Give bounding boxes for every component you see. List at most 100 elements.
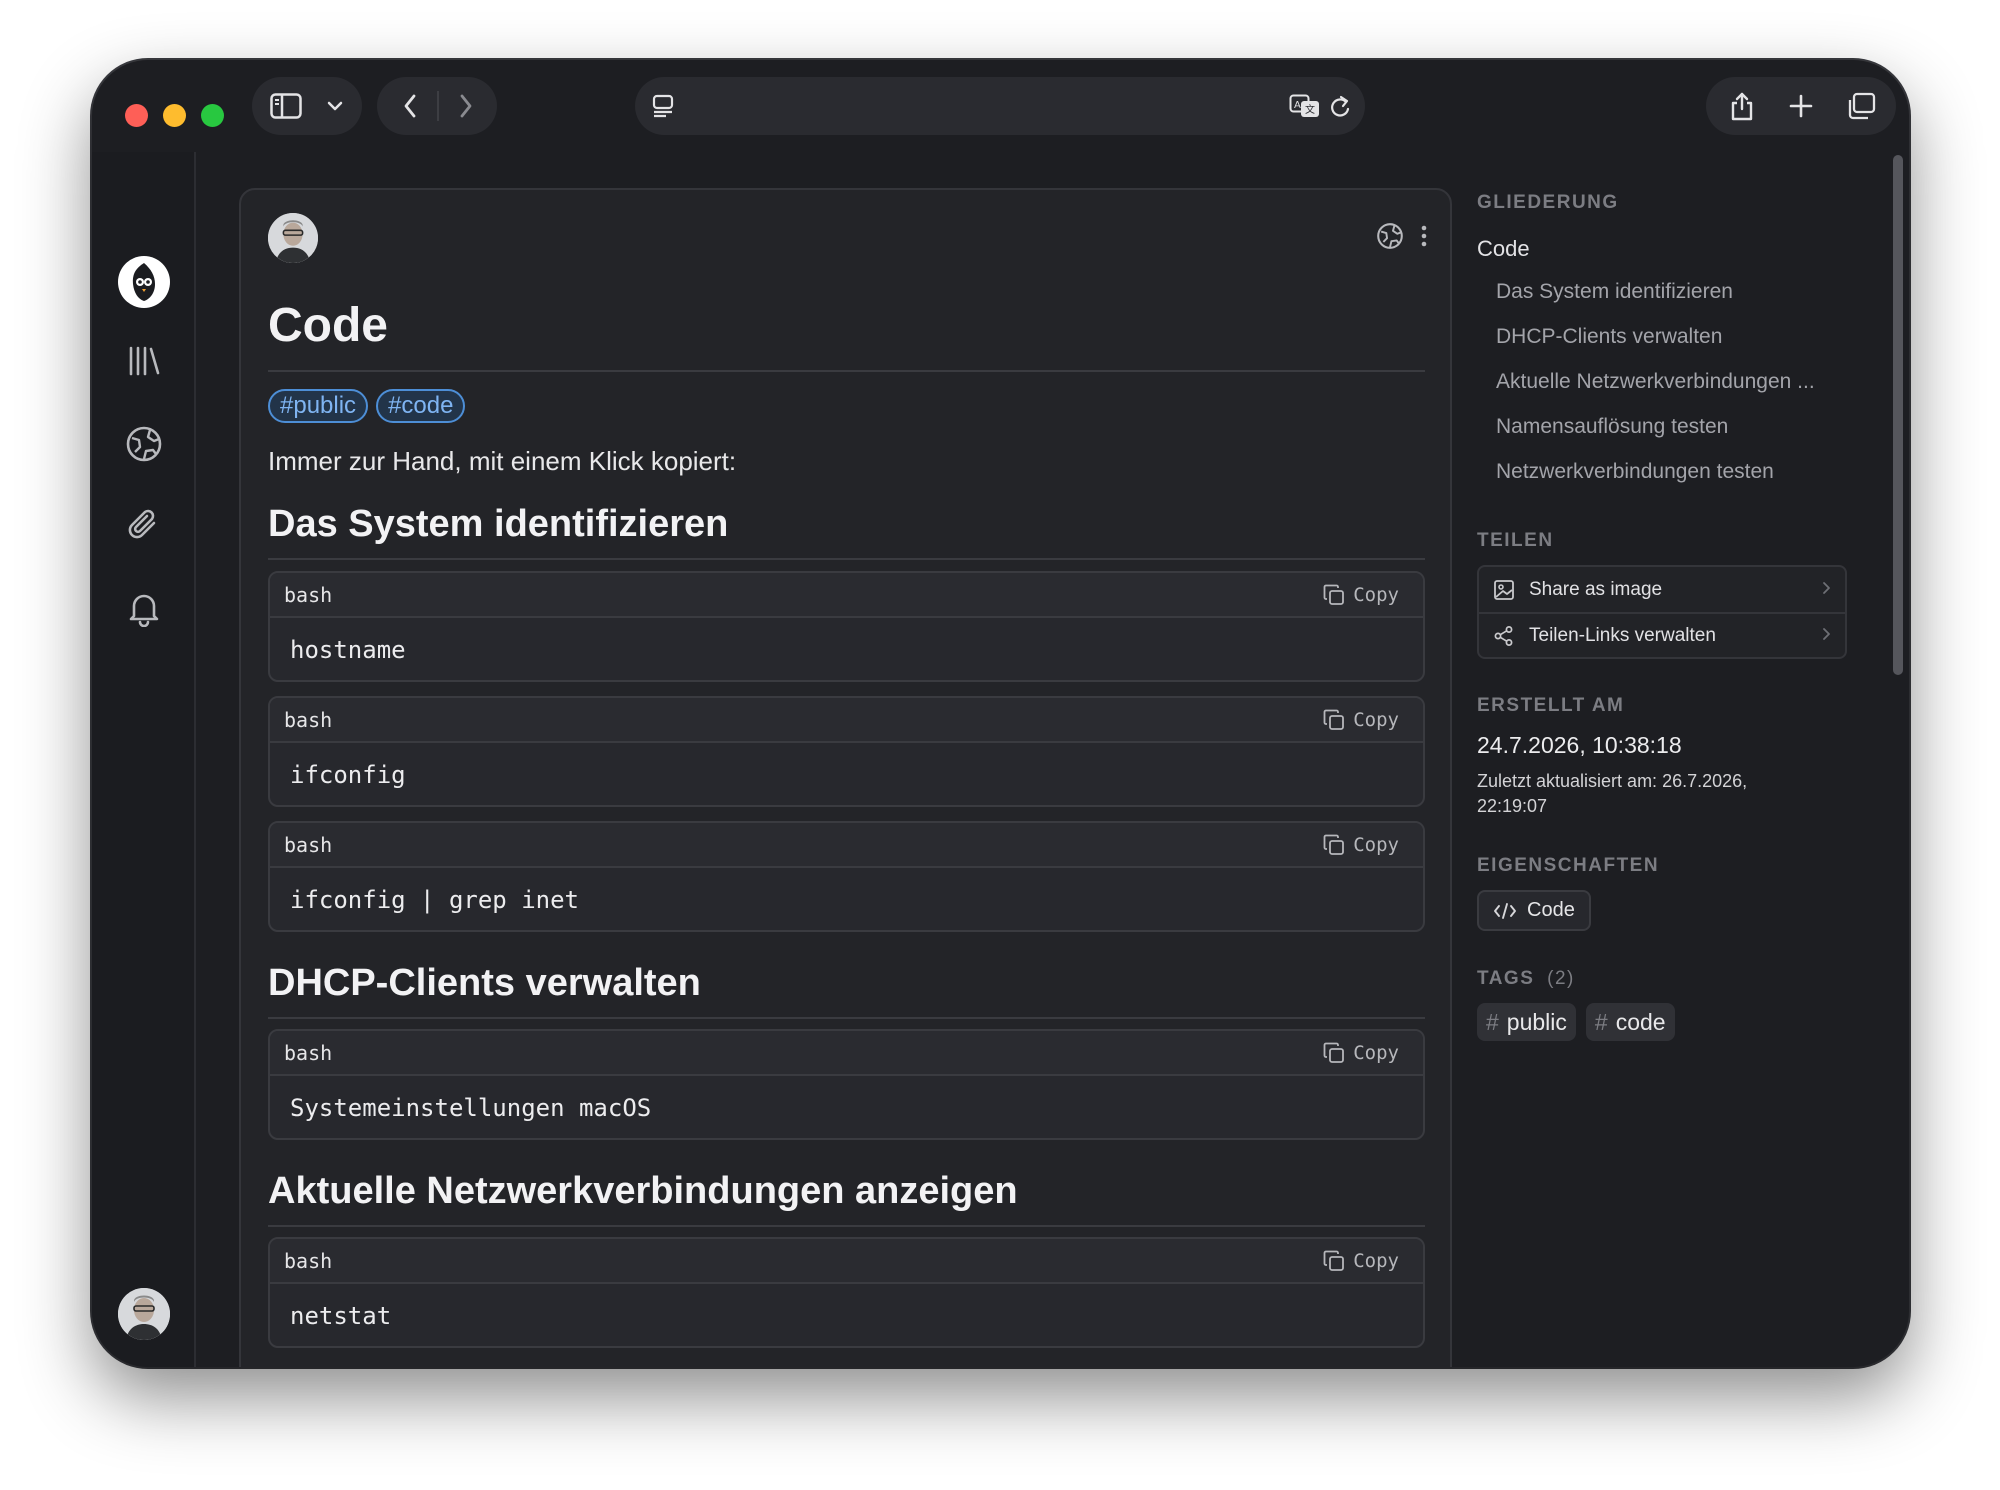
tags-label: TAGS (2) xyxy=(1477,968,1575,990)
section-heading: Aktuelle Netzwerkverbindungen anzeigen xyxy=(268,1170,1018,1212)
app-logo[interactable] xyxy=(118,256,170,308)
nav-divider xyxy=(437,91,439,121)
copy-label: Copy xyxy=(1353,583,1399,606)
copy-label: Copy xyxy=(1353,708,1399,731)
app-sidebar xyxy=(92,152,196,1367)
reload-icon[interactable] xyxy=(1325,77,1355,135)
outline-item-code[interactable]: Code xyxy=(1477,236,1530,262)
share-label: TEILEN xyxy=(1477,530,1554,551)
copy-icon xyxy=(1323,834,1345,855)
user-avatar[interactable] xyxy=(118,1288,170,1340)
created-label: ERSTELLT AM xyxy=(1477,695,1625,716)
tab-overview-icon[interactable] xyxy=(1841,77,1881,135)
code-language: bash xyxy=(284,582,333,607)
close-window-button[interactable] xyxy=(125,104,148,127)
copy-button[interactable]: Copy xyxy=(1323,709,1399,731)
copy-icon xyxy=(1323,709,1345,730)
globe-public-icon[interactable] xyxy=(1376,222,1404,255)
browser-window: A文 Code #public #code Immer zur Hand, mi… xyxy=(92,60,1909,1367)
properties-label: EIGENSCHAFTEN xyxy=(1477,855,1660,876)
code-brackets-icon xyxy=(1494,902,1516,919)
zoom-window-button[interactable] xyxy=(201,104,224,127)
outline-item[interactable]: Netzwerkverbindungen testen xyxy=(1496,460,1774,484)
intro-text: Immer zur Hand, mit einem Klick kopiert: xyxy=(268,446,737,476)
copy-button[interactable]: Copy xyxy=(1323,584,1399,606)
minimize-window-button[interactable] xyxy=(163,104,186,127)
share-item-label: Teilen-Links verwalten xyxy=(1529,624,1716,646)
chevron-down-icon[interactable] xyxy=(320,77,350,135)
copy-button[interactable]: Copy xyxy=(1323,1042,1399,1064)
code-content[interactable]: hostname xyxy=(270,618,1423,680)
code-language: bash xyxy=(284,832,333,857)
created-date: 24.7.2026, 10:38:18 xyxy=(1477,732,1682,758)
forward-arrow-icon[interactable] xyxy=(451,77,481,135)
code-language: bash xyxy=(284,707,333,732)
panel-tag-list: # public # code xyxy=(1477,1003,1675,1041)
code-content[interactable]: ifconfig xyxy=(270,743,1423,805)
share-as-image-button[interactable]: Share as image xyxy=(1479,567,1845,612)
chevron-right-icon xyxy=(1821,625,1831,647)
code-content[interactable]: ifconfig | grep inet xyxy=(270,868,1423,930)
library-icon[interactable] xyxy=(118,335,170,387)
outline-item[interactable]: Namensauflösung testen xyxy=(1496,415,1728,439)
tag-pill-label: code xyxy=(1615,1008,1666,1035)
code-block-header: bash Copy xyxy=(270,573,1423,618)
logo-icon xyxy=(118,256,170,308)
tags-count: (2) xyxy=(1547,968,1575,989)
image-icon xyxy=(1494,579,1514,600)
tag-chip[interactable]: #code xyxy=(376,389,466,423)
tag-pill[interactable]: # public xyxy=(1477,1003,1576,1041)
property-type-label: Code xyxy=(1527,899,1575,921)
code-block: bash Copy ifconfig | grep inet xyxy=(268,821,1425,932)
copy-icon xyxy=(1323,1250,1345,1271)
explore-icon[interactable] xyxy=(118,418,170,470)
section-heading: Das System identifizieren xyxy=(268,503,729,545)
updated-date: Zuletzt aktualisiert am: 26.7.2026, 22:1… xyxy=(1477,771,1748,816)
hash-icon: # xyxy=(1594,1008,1608,1035)
new-tab-plus-icon[interactable] xyxy=(1781,77,1821,135)
copy-button[interactable]: Copy xyxy=(1323,834,1399,856)
copy-button[interactable]: Copy xyxy=(1323,1250,1399,1272)
chevron-right-icon xyxy=(1821,579,1831,601)
author-avatar[interactable] xyxy=(268,213,318,263)
back-arrow-icon[interactable] xyxy=(395,77,425,135)
outline-label: GLIEDERUNG xyxy=(1477,192,1619,213)
title-divider xyxy=(268,370,1425,372)
notifications-bell-icon[interactable] xyxy=(118,582,170,634)
card-actions xyxy=(1376,222,1428,255)
outline-item[interactable]: Das System identifizieren xyxy=(1496,280,1733,304)
address-bar[interactable]: A文 xyxy=(635,77,1365,135)
section-heading: DHCP-Clients verwalten xyxy=(268,962,701,1004)
tags-label-text: TAGS xyxy=(1477,968,1535,989)
svg-text:A: A xyxy=(1294,100,1301,111)
tag-pill[interactable]: # code xyxy=(1585,1003,1675,1041)
heading-divider xyxy=(268,558,1425,560)
code-content[interactable]: netstat xyxy=(270,1284,1423,1346)
title-bar: A文 xyxy=(92,60,1909,152)
tag-pill-label: public xyxy=(1506,1008,1567,1035)
code-content[interactable]: Systemeinstellungen macOS xyxy=(270,1076,1423,1138)
copy-icon xyxy=(1323,1042,1345,1063)
outline-item[interactable]: Aktuelle Netzwerkverbindungen ... xyxy=(1496,370,1815,394)
heading-divider xyxy=(268,1017,1425,1019)
sidebar-toggle-icon[interactable] xyxy=(266,77,306,135)
share-icon[interactable] xyxy=(1722,77,1762,135)
code-language: bash xyxy=(284,1248,333,1273)
share-item-label: Share as image xyxy=(1529,578,1663,600)
translate-icon[interactable]: A文 xyxy=(1287,77,1323,135)
manage-share-links-button[interactable]: Teilen-Links verwalten xyxy=(1479,612,1845,657)
hash-icon: # xyxy=(1486,1008,1499,1035)
sidebar-toggle-group xyxy=(252,77,362,135)
tag-list: #public #code xyxy=(268,389,466,423)
copy-label: Copy xyxy=(1353,833,1399,856)
code-block: bash Copy ifconfig xyxy=(268,696,1425,807)
attachment-icon[interactable] xyxy=(118,500,170,552)
property-type-chip[interactable]: Code xyxy=(1477,890,1591,931)
tag-chip[interactable]: #public xyxy=(268,389,369,423)
copy-label: Copy xyxy=(1353,1249,1399,1272)
scrollbar[interactable] xyxy=(1893,155,1903,675)
outline-item[interactable]: DHCP-Clients verwalten xyxy=(1496,325,1722,349)
copy-label: Copy xyxy=(1353,1041,1399,1064)
reader-mode-icon[interactable] xyxy=(647,77,679,135)
more-options-icon[interactable] xyxy=(1420,224,1428,253)
